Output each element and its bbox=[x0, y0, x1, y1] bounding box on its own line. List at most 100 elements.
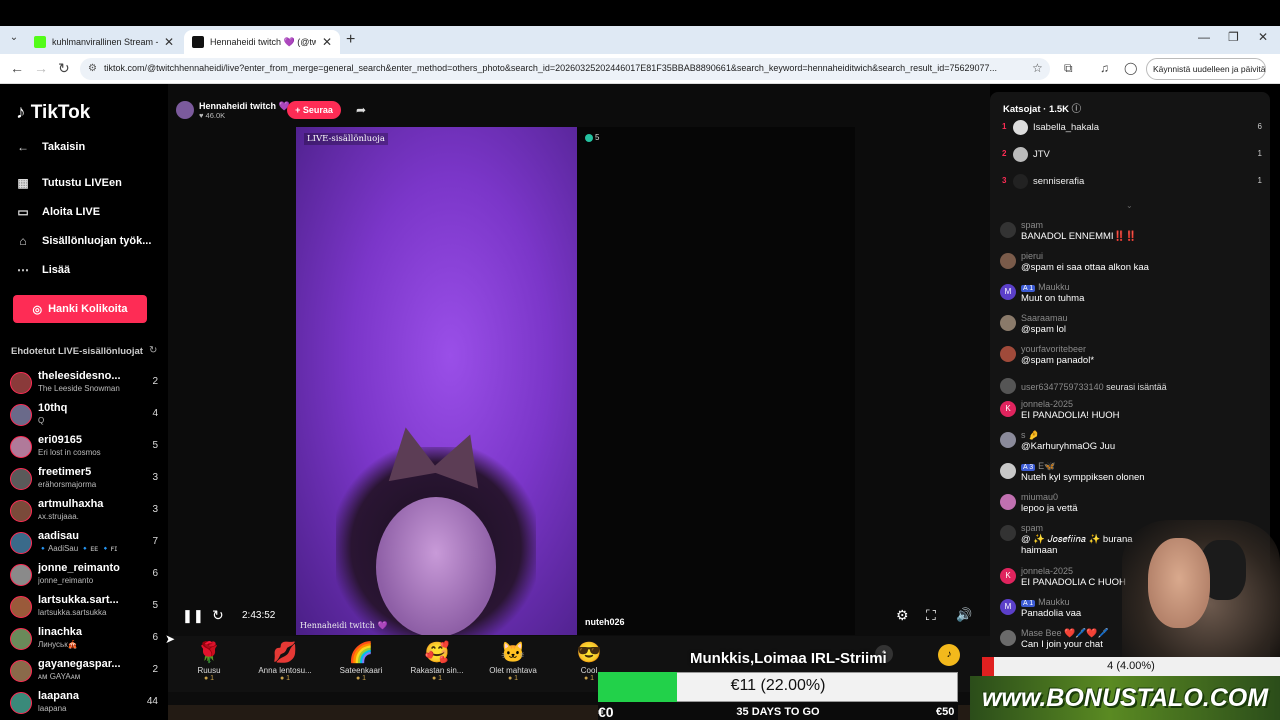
restart-update-button[interactable]: Käynnistä uudelleen ja päivitä bbox=[1146, 58, 1266, 80]
chat-message[interactable]: Saaraamau @spam lol bbox=[1000, 313, 1270, 341]
tiktok-coin-icon[interactable]: ♪ bbox=[938, 644, 960, 666]
viewer-avatar bbox=[1013, 174, 1028, 189]
back-link[interactable]: ← Takaisin bbox=[16, 137, 85, 157]
creator-item[interactable]: jonne_reimanto jonne_reimanto 6 bbox=[10, 560, 160, 590]
chat-user[interactable]: jonnela-2025 bbox=[1021, 399, 1073, 409]
gift-item[interactable]: 🥰 Rakastan sin... ● 1 bbox=[402, 640, 472, 682]
creator-item[interactable]: lartsukka.sart... lartsukka.sartsukka 5 bbox=[10, 592, 160, 622]
guest-video[interactable] bbox=[577, 127, 855, 635]
chat-user[interactable]: user6347759733140 seurasi isäntää bbox=[1021, 382, 1167, 392]
elapsed-time: 2:43:52 bbox=[242, 610, 276, 621]
pause-icon[interactable]: ❚❚ bbox=[182, 608, 204, 624]
chat-user[interactable]: miumau0 bbox=[1021, 492, 1058, 502]
nav-explore-live[interactable]: ▦ Tutustu LIVEen bbox=[16, 173, 122, 193]
goal-end: €50 bbox=[936, 706, 955, 718]
volume-icon[interactable]: 🔊 bbox=[956, 607, 972, 623]
back-arrow-icon[interactable]: ← bbox=[10, 60, 24, 76]
chat-user[interactable]: Saaraamau bbox=[1021, 313, 1068, 323]
chat-message[interactable]: A 3 E🦋 Nuteh kyl symppiksen olonen bbox=[1000, 461, 1270, 489]
nav-more[interactable]: ⋯ Lisää bbox=[16, 260, 70, 280]
nav-creator-tools[interactable]: ⌂ Sisällönluojan työk... bbox=[16, 231, 151, 251]
chat-message[interactable]: s 🤌 @KarhuryhmaOG Juu bbox=[1000, 430, 1270, 458]
viewers-header[interactable]: Katsojat · 1.5K ⓘ bbox=[1003, 101, 1081, 115]
gift-item[interactable]: 🌈 Sateenkaari ● 1 bbox=[326, 640, 396, 682]
chat-user[interactable]: spam bbox=[1021, 220, 1043, 230]
viewer-rank-row[interactable]: 2 JTV 1 bbox=[1000, 144, 1268, 166]
chat-message[interactable]: Kjonnela-2025 EI PANADOLIA! HUOH bbox=[1000, 399, 1270, 427]
creator-subtitle: erähorsmajorma bbox=[38, 480, 97, 489]
creator-item[interactable]: artmulhaxha ᴀx.strujaaa. 3 bbox=[10, 496, 160, 526]
extensions-icon[interactable]: ⧉ bbox=[1064, 61, 1073, 76]
viewer-name: Isabella_hakala bbox=[1033, 122, 1100, 133]
tab-list-chevron-icon[interactable]: ⌄ bbox=[6, 32, 22, 48]
creator-item[interactable]: linachka Линуськ🎪 6 bbox=[10, 624, 160, 654]
nav-start-live[interactable]: ▭ Aloita LIVE bbox=[16, 202, 100, 222]
chat-user[interactable]: A 1 Maukku bbox=[1021, 282, 1070, 292]
chat-message[interactable]: yourfavoritebeer @spam panadol* bbox=[1000, 344, 1270, 372]
gift-item[interactable]: 🐱 Olet mahtava ● 1 bbox=[478, 640, 548, 682]
creator-item[interactable]: eri09165 Eri lost in cosmos 5 bbox=[10, 432, 160, 462]
gift-cost-value: 1 bbox=[210, 675, 215, 682]
chat-user[interactable]: jonnela-2025 bbox=[1021, 566, 1073, 576]
share-icon[interactable]: ➦ bbox=[356, 103, 366, 117]
get-coins-button[interactable]: ◎ Hanki Kolikoita bbox=[13, 295, 147, 323]
chat-user[interactable]: s 🤌 bbox=[1021, 430, 1039, 441]
gift-name: Anna lentosu... bbox=[258, 666, 312, 675]
refresh-stream-icon[interactable]: ↻ bbox=[212, 607, 224, 624]
tiktok-favicon-icon bbox=[192, 36, 204, 48]
host-avatar[interactable] bbox=[176, 101, 194, 119]
chat-user[interactable]: A 1 Maukku bbox=[1021, 597, 1070, 607]
chat-user[interactable]: pierui bbox=[1021, 251, 1043, 261]
guest-name[interactable]: nuteh026 bbox=[585, 617, 625, 627]
creator-item[interactable]: freetimer5 erähorsmajorma 3 bbox=[10, 464, 160, 494]
chat-message[interactable]: miumau0 lepoo ja vettä bbox=[1000, 492, 1270, 520]
viewer-rank-row[interactable]: 1 Isabella_hakala 6 bbox=[1000, 117, 1268, 139]
url-field[interactable]: tiktok.com/@twitchhennaheidi/live?enter_… bbox=[80, 58, 1050, 80]
new-tab-icon[interactable]: + bbox=[346, 31, 355, 49]
settings-gear-icon[interactable]: ⚙ bbox=[896, 607, 909, 624]
chat-message[interactable]: pierui @spam ei saa ottaa alkon kaa bbox=[1000, 251, 1270, 279]
close-window-icon[interactable]: ✕ bbox=[1258, 30, 1268, 44]
close-tab-icon[interactable]: ✕ bbox=[164, 35, 174, 49]
chat-message[interactable]: spam BANADOL ENNEMMI‼️‼️ bbox=[1000, 220, 1270, 248]
tiktok-logo[interactable]: ♪ TikTok bbox=[16, 102, 90, 124]
host-likes: ♥ 46.0K bbox=[199, 111, 225, 120]
gift-item[interactable]: 💋 Anna lentosu... ● 1 bbox=[250, 640, 320, 682]
viewer-rank-row[interactable]: 3 senniserafia 1 bbox=[1000, 171, 1268, 193]
chat-user[interactable]: Mase Bee ❤️🖊️❤️🖊️ bbox=[1021, 628, 1109, 639]
creator-item[interactable]: laapana laapana 44 bbox=[10, 688, 160, 718]
creator-item[interactable]: gayanegaspar... ᴀᴍ GAYAᴀᴍ 2 bbox=[10, 656, 160, 686]
close-tab-icon[interactable]: ✕ bbox=[322, 35, 332, 49]
chat-user[interactable]: yourfavoritebeer bbox=[1021, 344, 1086, 354]
tab-kuhlman[interactable]: kuhlmanvirallinen Stream - Wat ✕ bbox=[26, 30, 182, 54]
creator-name: 10thq bbox=[38, 402, 68, 414]
chat-message[interactable]: M A 1 Maukku Muut on tuhma bbox=[1000, 282, 1270, 310]
creator-item[interactable]: theleesidesno... The Leeside Snowman 2 bbox=[10, 368, 160, 398]
host-video[interactable] bbox=[296, 127, 577, 635]
media-icon[interactable]: ♫ bbox=[1100, 61, 1109, 75]
gift-name: Rakastan sin... bbox=[410, 666, 464, 675]
creator-name: linachka bbox=[38, 626, 83, 638]
reload-icon[interactable]: ↻ bbox=[58, 60, 70, 77]
gift-cost: ● 1 bbox=[355, 675, 367, 682]
chat-user[interactable]: spam bbox=[1021, 523, 1043, 533]
chat-avatar: M bbox=[1000, 284, 1016, 300]
gift-cost-value: 1 bbox=[362, 675, 367, 682]
bookmark-star-icon[interactable]: ☆ bbox=[1032, 61, 1043, 75]
creator-item[interactable]: aadisau 🔹AadiSau 🔹ᴇᴇ 🔹ꜰɪ 7 bbox=[10, 528, 160, 558]
profile-icon[interactable]: ◯ bbox=[1124, 61, 1137, 75]
chat-text: BANADOL ENNEMMI‼️‼️ bbox=[1021, 231, 1138, 242]
follow-button[interactable]: + Seuraa bbox=[287, 101, 341, 119]
fullscreen-icon[interactable]: ⛶ bbox=[926, 607, 936, 624]
tab-hennaheidi[interactable]: Hennaheidi twitch 💜 (@twi ✕ bbox=[184, 30, 340, 54]
refresh-icon[interactable]: ↻ bbox=[149, 345, 157, 356]
gift-item[interactable]: 🌹 Ruusu ● 1 bbox=[174, 640, 244, 682]
minimize-icon[interactable]: — bbox=[1198, 30, 1210, 44]
chat-user[interactable]: A 3 E🦋 bbox=[1021, 461, 1055, 472]
forward-arrow-icon[interactable]: → bbox=[34, 60, 48, 76]
chevron-down-icon[interactable]: ⌄ bbox=[1126, 201, 1133, 210]
chat-username: Maukku bbox=[1038, 282, 1070, 292]
maximize-icon[interactable]: ❐ bbox=[1228, 30, 1239, 44]
creator-item[interactable]: 10thq Q 4 bbox=[10, 400, 160, 430]
site-info-icon[interactable]: ⚙ bbox=[88, 63, 97, 74]
